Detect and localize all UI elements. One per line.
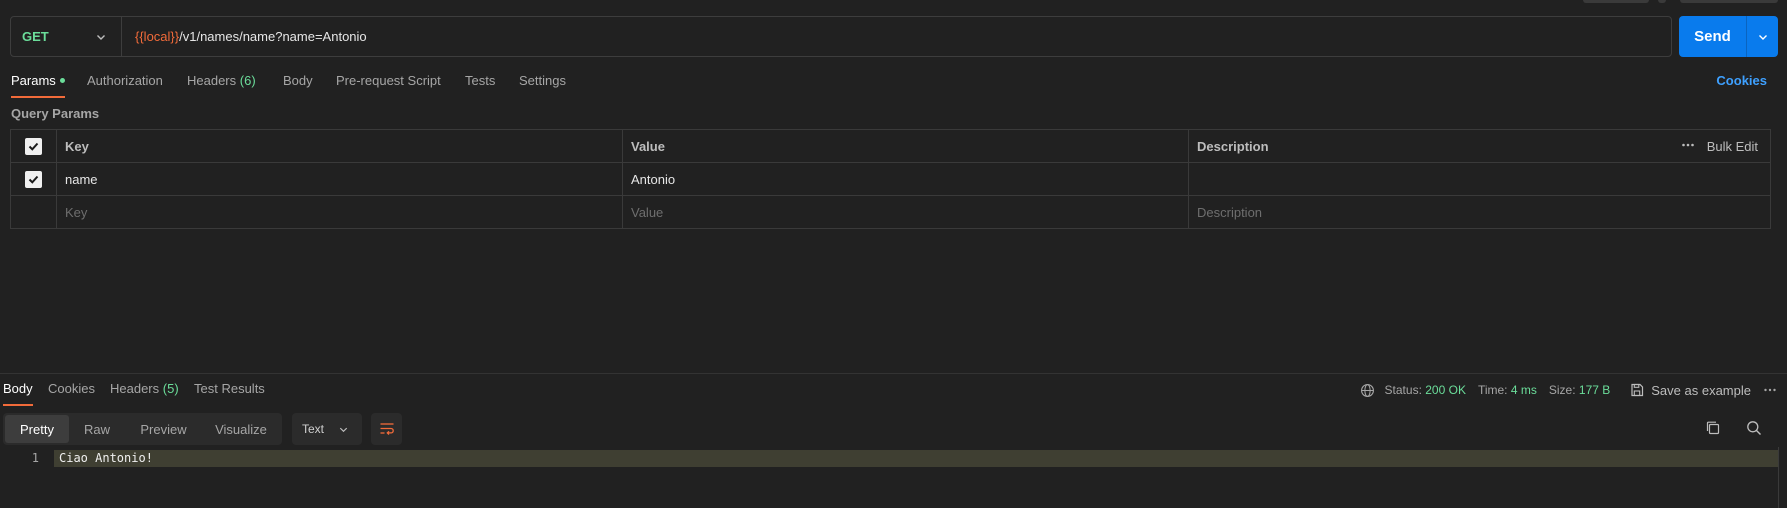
status-value[interactable]: 200 OK [1425,383,1466,397]
bulk-edit-button[interactable]: Bulk Edit [1707,139,1758,154]
view-mode-visualize[interactable]: Visualize [202,415,280,443]
time-value[interactable]: 4 ms [1511,383,1537,397]
format-select-value: Text [302,422,325,436]
wrap-lines-icon [380,423,394,435]
select-all-cell [11,130,57,162]
tab-label: Params [11,73,56,88]
send-options-button[interactable] [1746,16,1778,57]
save-icon [1631,383,1644,397]
query-params-table: Key Value Description Bulk Edit name Ant… [10,129,1771,229]
url-path: /v1/names/name?name=Antonio [179,29,367,44]
bulk-edit-area: Bulk Edit [1681,138,1758,155]
size-label: Size: [1548,383,1576,397]
row-checkbox-cell [11,163,57,195]
send-button-group: Send [1679,16,1778,57]
tab-label: Headers [187,73,237,88]
save-as-example-label: Save as example [1651,382,1751,398]
column-header-value: Value [623,130,1189,162]
new-value-field[interactable]: Value [623,196,1189,228]
save-as-example-button[interactable]: Save as example [1630,383,1751,398]
method-label: GET [22,29,49,44]
send-button[interactable]: Send [1679,28,1746,45]
request-tabs: Params Authorization Headers (6) Body Pr… [0,70,1787,98]
response-tab-body[interactable]: Body [3,380,33,406]
tab-body[interactable]: Body [283,70,313,98]
tab-label: Headers [110,381,160,396]
tab-label: Body [283,73,313,88]
globe-icon[interactable] [1360,383,1375,398]
response-tab-test-results[interactable]: Test Results [194,380,265,406]
tab-headers[interactable]: Headers (6) [187,70,256,98]
tab-settings[interactable]: Settings [519,70,566,98]
headers-count: (5) [162,381,179,396]
check-icon [28,142,39,151]
editor-scrollbar-edge [1778,447,1779,508]
more-icon[interactable] [1681,138,1695,155]
view-mode-pretty[interactable]: Pretty [5,415,69,443]
table-row: name Antonio [11,163,1770,196]
new-description-field[interactable]: Description [1189,196,1770,228]
param-key-field[interactable]: name [57,163,623,195]
size-value[interactable]: 177 B [1579,383,1610,397]
line-number: 1 [31,451,39,465]
param-description-field[interactable] [1189,163,1770,195]
tab-params[interactable]: Params [11,70,65,98]
tab-label: Cookies [48,381,95,396]
response-body-text: Ciao Antonio! [59,451,153,465]
response-meta: Status: 200 OK Time: 4 ms Size: 177 B Sa… [1360,381,1787,399]
copy-icon[interactable] [1705,420,1721,439]
tab-tests[interactable]: Tests [465,70,495,98]
row-checkbox[interactable] [25,170,42,188]
select-all-checkbox[interactable] [25,137,42,155]
method-select[interactable]: GET [11,17,122,56]
description-header-label: Description [1197,138,1269,154]
chevron-down-icon [95,31,107,46]
new-key-field[interactable]: Key [57,196,623,228]
column-header-description: Description Bulk Edit [1189,130,1770,162]
chevron-down-icon [338,424,349,435]
view-mode-preview[interactable]: Preview [125,415,202,443]
response-body-line[interactable]: Ciao Antonio! [0,450,1778,467]
column-header-key: Key [57,130,623,162]
query-params-title: Query Params [11,106,100,121]
format-select[interactable]: Text [292,413,362,445]
line-gutter: 1 [0,450,54,467]
check-icon [28,175,39,184]
chevron-down-icon [1758,34,1767,40]
empty-checkbox-cell [11,196,57,228]
top-toolbar-button[interactable] [1583,0,1649,3]
table-header-row: Key Value Description Bulk Edit [11,130,1770,163]
wrap-lines-button[interactable] [371,413,402,445]
headers-count: (6) [239,73,256,88]
search-icon[interactable] [1746,420,1762,439]
table-row-empty: Key Value Description [11,196,1770,228]
response-divider[interactable] [0,373,1787,374]
tab-label: Tests [465,73,496,88]
cookies-link[interactable]: Cookies [1716,73,1767,88]
url-variable: {{local}} [135,29,180,44]
tab-label: Body [3,381,33,396]
response-tab-cookies[interactable]: Cookies [48,380,95,406]
more-icon[interactable] [1763,383,1777,397]
status-label: Status: [1384,383,1422,397]
param-value-field[interactable]: Antonio [623,163,1189,195]
response-tab-headers[interactable]: Headers (5) [110,380,179,406]
tab-label: Test Results [194,381,265,396]
url-bar: GET {{local}}/v1/names/name?name=Antonio [10,16,1672,57]
tab-label: Pre-request Script [336,73,441,88]
tab-pre-request-script[interactable]: Pre-request Script [336,70,441,98]
top-toolbar-divider [1658,0,1666,3]
view-mode-raw[interactable]: Raw [69,415,125,443]
tab-label: Settings [519,73,566,88]
tab-label: Authorization [87,73,163,88]
url-input[interactable]: {{local}}/v1/names/name?name=Antonio [122,29,367,44]
top-toolbar-button[interactable] [1680,0,1778,3]
view-mode-group: Pretty Raw Preview Visualize [3,413,282,445]
time-label: Time: [1477,383,1508,397]
tab-authorization[interactable]: Authorization [87,70,163,98]
params-indicator-dot [59,78,65,84]
